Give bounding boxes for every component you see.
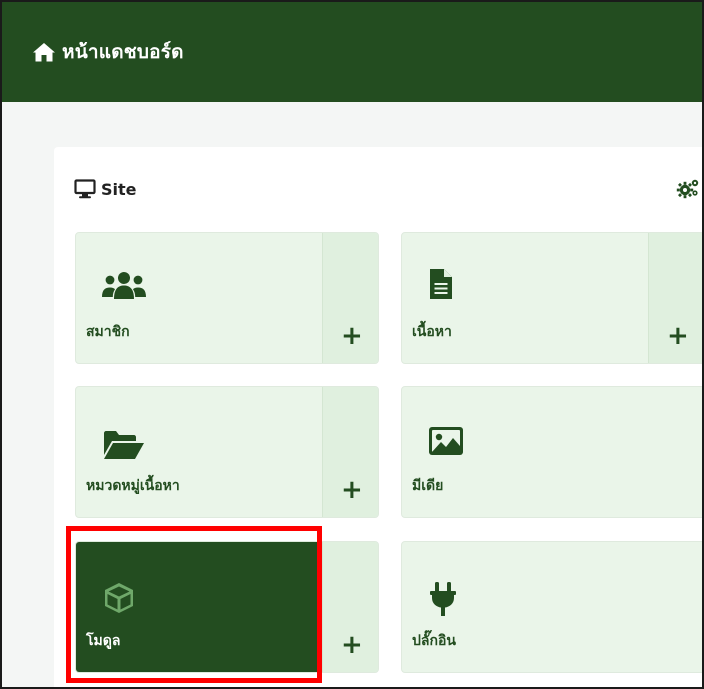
cube-icon — [104, 582, 134, 618]
add-user-button[interactable]: + — [322, 233, 378, 363]
file-text-icon — [430, 269, 452, 303]
tile-modules-link[interactable]: โมดูล — [76, 542, 321, 672]
tile-categories-link[interactable]: หมวดหมู่เนื้อหา — [76, 387, 323, 517]
tile-plugins[interactable]: ปลั๊กอิน — [401, 541, 702, 673]
card-title: Site — [101, 179, 137, 199]
add-category-button[interactable]: + — [322, 387, 378, 517]
tile-content-label: เนื้อหา — [412, 324, 452, 340]
home-icon[interactable] — [32, 41, 56, 63]
tile-categories: หมวดหมู่เนื้อหา + — [75, 386, 379, 518]
plus-icon: + — [341, 321, 363, 351]
card-header: Site — [74, 179, 137, 199]
plus-icon: + — [341, 630, 363, 660]
tile-modules-label: โมดูล — [86, 633, 121, 649]
tile-modules: โมดูล + — [75, 541, 379, 673]
monitor-icon — [74, 179, 96, 199]
plus-icon: + — [667, 321, 689, 351]
dashboard-window: หน้าแดชบอร์ด Site สมาชิก + เนื้อหา + หมว… — [0, 0, 704, 689]
tile-users-label: สมาชิก — [86, 324, 130, 340]
tile-media-label: มีเดีย — [412, 478, 444, 494]
add-content-button[interactable]: + — [648, 233, 702, 363]
tile-content: เนื้อหา + — [401, 232, 702, 364]
cogs-icon[interactable] — [676, 178, 700, 200]
tile-users-link[interactable]: สมาชิก — [76, 233, 323, 363]
folder-open-icon — [104, 431, 144, 463]
tile-categories-label: หมวดหมู่เนื้อหา — [86, 478, 180, 494]
add-module-button[interactable]: + — [322, 542, 378, 672]
users-icon — [102, 271, 146, 305]
tile-media[interactable]: มีเดีย — [401, 386, 702, 518]
tile-users: สมาชิก + — [75, 232, 379, 364]
plug-icon — [430, 582, 456, 620]
plus-icon: + — [341, 475, 363, 505]
page-title: หน้าแดชบอร์ด — [62, 41, 184, 63]
image-icon — [429, 427, 463, 459]
tile-media-link[interactable]: มีเดีย — [402, 387, 702, 517]
tile-plugins-link[interactable]: ปลั๊กอิน — [402, 542, 702, 672]
page-header: หน้าแดชบอร์ด — [2, 2, 702, 102]
tile-content-link[interactable]: เนื้อหา — [402, 233, 649, 363]
tile-plugins-label: ปลั๊กอิน — [412, 633, 456, 649]
